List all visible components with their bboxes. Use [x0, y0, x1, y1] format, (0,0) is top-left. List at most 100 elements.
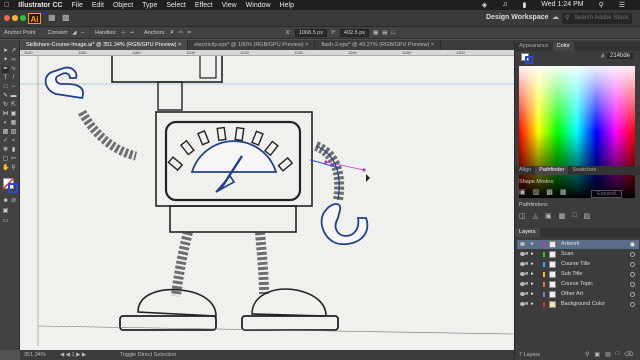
target-icon[interactable] — [630, 292, 635, 297]
symbol-sprayer-tool-icon[interactable]: ❋ — [2, 147, 9, 154]
visibility-eye-icon[interactable] — [520, 242, 525, 246]
expand-arrow-icon[interactable]: ▸ — [531, 270, 534, 279]
magic-wand-tool-icon[interactable]: ✦ — [2, 57, 9, 64]
lasso-tool-icon[interactable]: ∞ — [10, 57, 17, 64]
eraser-tool-icon[interactable]: ▬ — [10, 93, 17, 100]
menu-effect[interactable]: Effect — [195, 2, 213, 9]
target-icon[interactable] — [630, 282, 635, 287]
cut-path-icon[interactable]: ✂ — [187, 30, 192, 36]
hex-input[interactable]: 214bde — [607, 53, 634, 59]
layer-name[interactable]: Course Title — [561, 260, 590, 269]
lock-icon[interactable]: ■ — [525, 300, 528, 309]
rectangle-tool-icon[interactable]: □ — [2, 84, 9, 91]
none-mode-icon[interactable]: ⊘ — [10, 198, 17, 205]
expand-arrow-icon[interactable]: ▸ — [531, 290, 534, 299]
expand-arrow-icon[interactable]: ▸ — [531, 300, 534, 309]
bridge-icon[interactable]: ▦ — [48, 13, 56, 22]
layer-row-course-title[interactable]: ■ ▸ Course Title — [517, 260, 639, 269]
expand-arrow-icon[interactable]: ▸ — [531, 260, 534, 269]
apple-icon[interactable]:  — [4, 2, 9, 9]
draw-mode-icon[interactable]: ▣ — [2, 208, 9, 215]
layer-name[interactable]: Sub Title — [561, 270, 582, 279]
zoom-window-button[interactable] — [20, 15, 26, 21]
y-coordinate-field[interactable]: 402.5 px — [339, 28, 370, 37]
crop-icon[interactable]: ▩ — [559, 212, 566, 220]
layer-name[interactable]: Artwork — [561, 240, 580, 249]
close-window-button[interactable] — [4, 15, 10, 21]
tab-skillshare-course-image[interactable]: Skillshare-Course-Image.ai* @ 351.34% (R… — [20, 40, 189, 50]
horizontal-ruler[interactable]: 1140 1160 1180 1200 1220 1240 1260 1280 … — [20, 50, 514, 56]
slice-tool-icon[interactable]: ✄ — [10, 156, 17, 163]
paintbrush-tool-icon[interactable]: ∽ — [10, 84, 17, 91]
workspace-switcher[interactable]: Design Workspace — [486, 14, 549, 21]
tab-appearance[interactable]: Appearance — [515, 42, 553, 51]
arrange-documents-icon[interactable]: ▩ — [62, 13, 70, 22]
unite-icon[interactable]: ▣ — [519, 188, 526, 196]
tab-flash[interactable]: flash-2.eps* @ 49.27% (RGB/GPU Preview) … — [315, 40, 442, 50]
new-layer-icon[interactable]: □ — [616, 351, 620, 358]
tab-layers[interactable]: Layers — [515, 228, 540, 237]
blend-tool-icon[interactable]: ≈ — [10, 138, 17, 145]
lock-icon[interactable]: ■ — [525, 260, 528, 269]
layer-name[interactable]: Other Art — [561, 290, 583, 299]
artboard-tool-icon[interactable]: ▢ — [2, 156, 9, 163]
free-transform-tool-icon[interactable]: ▣ — [10, 111, 17, 118]
pencil-tool-icon[interactable]: ✎ — [2, 93, 9, 100]
close-tab-icon[interactable]: × — [431, 42, 434, 48]
layer-name[interactable]: Course Topic — [561, 280, 593, 289]
minimize-window-button[interactable] — [12, 15, 18, 21]
minus-front-icon[interactable]: ▨ — [533, 188, 540, 196]
volume-icon[interactable]: ♫ — [502, 1, 507, 9]
expand-arrow-icon[interactable]: ▸ — [531, 240, 534, 249]
pen-tool-icon[interactable]: ✒ — [2, 66, 9, 73]
zoom-tool-icon[interactable]: ⚲ — [10, 165, 17, 172]
clipping-mask-icon[interactable]: ▣ — [594, 351, 600, 358]
anchor-point[interactable] — [324, 160, 328, 164]
convert-corner-icon[interactable]: ◢ — [72, 30, 76, 36]
close-tab-icon[interactable]: × — [305, 42, 308, 48]
layer-row-sub-title[interactable]: ■ ▸ Sub Title — [517, 270, 639, 279]
remove-anchor-icon[interactable]: ✗ — [170, 30, 175, 36]
tab-pathfinder[interactable]: Pathfinder — [535, 166, 569, 175]
delete-layer-icon[interactable]: ⌫ — [624, 351, 632, 358]
type-tool-icon[interactable]: T — [2, 75, 9, 82]
lock-icon[interactable]: ■ — [525, 250, 528, 259]
scale-tool-icon[interactable]: ⇱ — [10, 102, 17, 109]
hand-tool-icon[interactable]: ✋ — [2, 165, 9, 172]
current-tool-status[interactable]: Toggle Direct Selection — [120, 352, 176, 358]
artboard-canvas[interactable] — [20, 50, 514, 350]
cloud-sync-icon[interactable]: ☁ — [552, 13, 559, 21]
lock-icon[interactable]: ■ — [525, 280, 528, 289]
layer-row-artwork[interactable]: ▸ Artwork — [517, 240, 639, 249]
layer-name[interactable]: Background Color — [561, 300, 605, 309]
rotate-tool-icon[interactable]: ↻ — [2, 102, 9, 109]
outline-icon[interactable]: □ — [572, 212, 576, 220]
mesh-tool-icon[interactable]: ▩ — [2, 129, 9, 136]
handle-point[interactable] — [362, 168, 366, 172]
show-handles-icon[interactable]: ⊹ — [121, 30, 126, 36]
menu-select[interactable]: Select — [166, 2, 185, 9]
wifi-icon[interactable]: ◈ — [482, 1, 487, 9]
menu-view[interactable]: View — [222, 2, 237, 9]
selection-tool-icon[interactable]: ➤ — [2, 48, 9, 55]
target-icon[interactable] — [630, 252, 635, 257]
locate-object-icon[interactable]: ⚲ — [585, 351, 589, 358]
convert-smooth-icon[interactable]: ∽ — [81, 30, 86, 36]
menu-edit[interactable]: Edit — [92, 2, 104, 9]
menu-list-icon[interactable]: ☰ — [619, 1, 625, 9]
target-icon[interactable] — [630, 262, 635, 267]
width-tool-icon[interactable]: ⋈ — [2, 111, 9, 118]
merge-icon[interactable]: ▣ — [545, 212, 552, 220]
color-mode-icon[interactable]: ■ — [2, 198, 9, 205]
curvature-tool-icon[interactable]: ∿ — [10, 66, 17, 73]
layer-row-course-topic[interactable]: ■ ▸ Course Topic — [517, 280, 639, 289]
layer-name[interactable]: Scan — [561, 250, 574, 259]
target-icon[interactable] — [630, 272, 635, 277]
expand-arrow-icon[interactable]: ▸ — [531, 280, 534, 289]
screen-mode-icon[interactable]: ▭ — [2, 218, 9, 225]
tab-electricity[interactable]: electricity.eps* @ 100% (RGB/GPU Preview… — [188, 40, 316, 50]
intersect-icon[interactable]: ▩ — [546, 188, 553, 196]
new-sublayer-icon[interactable]: ▤ — [605, 351, 611, 358]
menu-help[interactable]: Help — [280, 2, 294, 9]
direct-selection-tool-icon[interactable]: ↗ — [10, 48, 17, 55]
